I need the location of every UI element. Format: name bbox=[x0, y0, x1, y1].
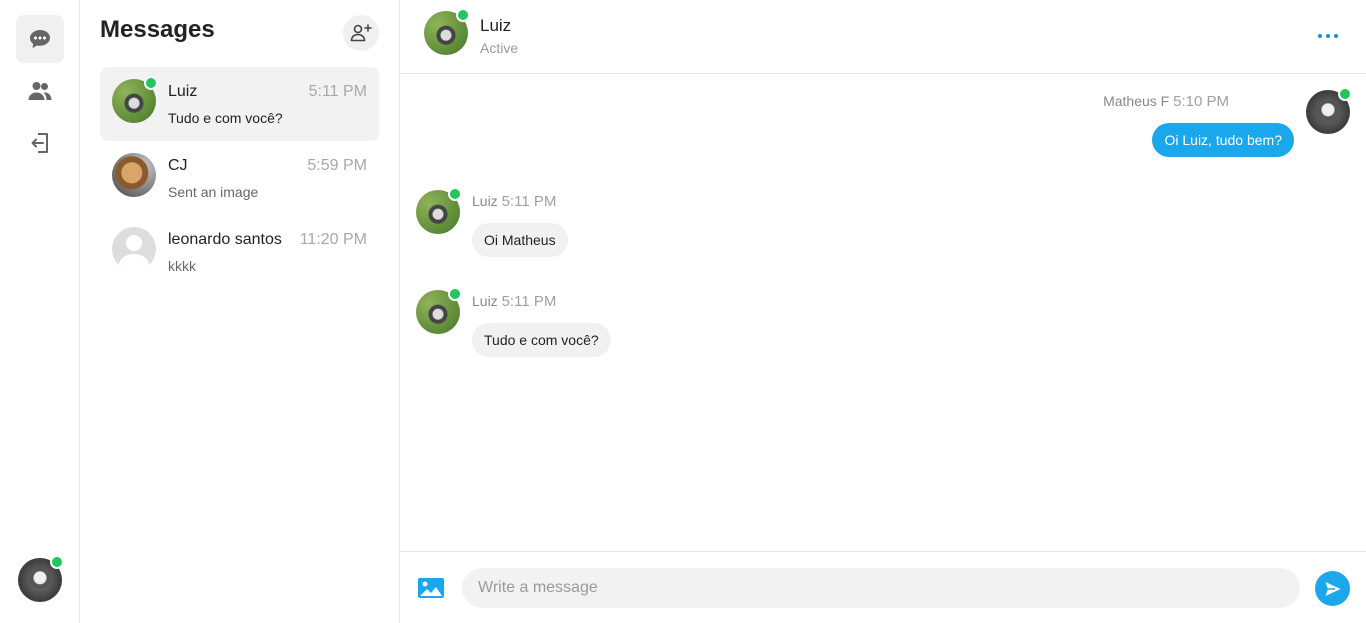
message-input[interactable] bbox=[462, 568, 1300, 608]
conversation-name: leonardo santos bbox=[168, 231, 282, 248]
message-meta: Matheus F 5:10 PM bbox=[1103, 93, 1229, 110]
message-meta: Luiz 5:11 PM bbox=[472, 293, 556, 310]
conversation-preview: kkkk bbox=[168, 258, 196, 274]
online-indicator bbox=[144, 76, 158, 90]
chat-partner-avatar[interactable] bbox=[424, 8, 470, 55]
avatar bbox=[112, 76, 158, 123]
message-composer bbox=[400, 551, 1366, 623]
message-bubble-outgoing: Oi Luiz, tudo bem? bbox=[1152, 123, 1294, 157]
attach-image-button[interactable] bbox=[417, 576, 445, 600]
message-avatar[interactable] bbox=[416, 287, 462, 334]
online-indicator bbox=[1338, 87, 1352, 101]
nav-rail bbox=[0, 0, 80, 623]
nav-logout-button[interactable] bbox=[16, 119, 64, 167]
conversation-list-panel: Messages Luiz 5:11 PM Tudo e com você? C… bbox=[80, 0, 400, 623]
message-time: 5:10 PM bbox=[1173, 93, 1229, 110]
nav-friends-button[interactable] bbox=[16, 67, 64, 115]
message-time: 5:11 PM bbox=[501, 193, 557, 210]
message-meta: Luiz 5:11 PM bbox=[472, 193, 556, 210]
conversation-time: 5:11 PM bbox=[308, 83, 367, 100]
online-indicator bbox=[448, 187, 462, 201]
conversation-time: 5:59 PM bbox=[307, 157, 367, 174]
conversation-name: CJ bbox=[168, 157, 188, 174]
conversation-item-luiz[interactable]: Luiz 5:11 PM Tudo e com você? bbox=[100, 67, 379, 141]
nav-messages-button[interactable] bbox=[16, 15, 64, 63]
chat-panel: Luiz Active Matheus F 5:10 PM Oi Luiz, t… bbox=[400, 0, 1366, 623]
send-icon bbox=[1325, 581, 1340, 596]
online-indicator bbox=[456, 8, 470, 22]
add-friend-button[interactable] bbox=[343, 15, 379, 51]
send-button[interactable] bbox=[1315, 571, 1350, 606]
message-sender: Matheus F bbox=[1103, 93, 1170, 109]
chat-partner-name: Luiz bbox=[480, 16, 512, 35]
online-indicator bbox=[50, 555, 64, 569]
avatar bbox=[112, 153, 156, 197]
chat-partner-status: Active bbox=[480, 40, 519, 56]
conversation-preview: Sent an image bbox=[168, 184, 259, 200]
add-friend-icon bbox=[350, 24, 372, 42]
message-time: 5:11 PM bbox=[501, 293, 557, 310]
avatar-image bbox=[112, 153, 156, 197]
conversation-item-cj[interactable]: CJ 5:59 PM Sent an image bbox=[100, 141, 379, 215]
conversation-name: Luiz bbox=[168, 83, 198, 100]
more-dots-icon bbox=[1318, 34, 1322, 38]
online-indicator bbox=[448, 287, 462, 301]
more-options-button[interactable] bbox=[1314, 24, 1342, 48]
message-bubble-incoming: Tudo e com você? bbox=[472, 323, 611, 357]
avatar bbox=[112, 227, 156, 271]
people-icon bbox=[28, 82, 52, 100]
message-sender: Luiz bbox=[472, 193, 498, 209]
message-avatar[interactable] bbox=[416, 187, 462, 234]
conversation-time: 11:20 PM bbox=[299, 231, 367, 248]
message-sender: Luiz bbox=[472, 293, 498, 309]
default-avatar-icon bbox=[112, 227, 156, 271]
logout-icon bbox=[31, 133, 48, 153]
conversation-preview: Tudo e com você? bbox=[168, 110, 283, 126]
message-bubble-incoming: Oi Matheus bbox=[472, 223, 568, 257]
messenger-app: Messages Luiz 5:11 PM Tudo e com você? C… bbox=[0, 0, 1366, 623]
current-user-avatar[interactable] bbox=[18, 555, 64, 602]
message-avatar[interactable] bbox=[1306, 87, 1352, 134]
image-icon bbox=[418, 578, 444, 598]
page-title: Messages bbox=[100, 16, 215, 43]
chat-header: Luiz Active bbox=[400, 0, 1366, 74]
chat-bubble-icon bbox=[30, 30, 50, 48]
conversation-item-leonardo-santos[interactable]: leonardo santos 11:20 PM kkkk bbox=[100, 215, 379, 289]
